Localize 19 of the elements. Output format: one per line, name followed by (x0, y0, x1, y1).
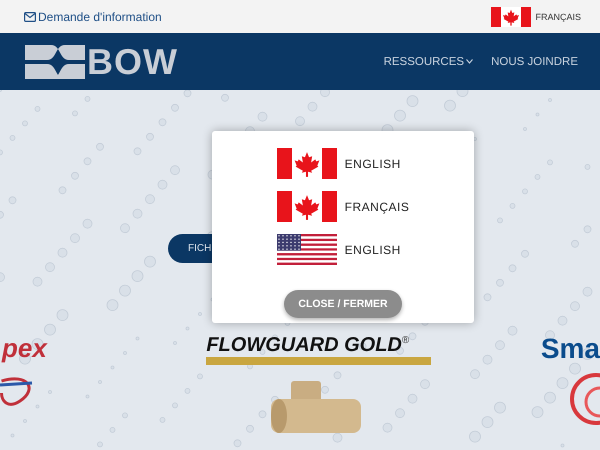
nav-link[interactable]: RESSOURCES (384, 56, 474, 68)
brand-logo-text: Sma (540, 335, 600, 363)
pipe-coil-drawing (570, 373, 600, 425)
nav-link[interactable]: NOUS JOINDRE (491, 56, 578, 68)
canada-flag-icon (276, 191, 337, 222)
language-option[interactable]: FRANÇAIS (276, 191, 410, 222)
logo-text: BOW (87, 44, 178, 80)
canada-flag-icon (276, 148, 337, 179)
inquiry-link[interactable]: Demande d'information (24, 10, 162, 24)
brand-logo-text: FLOWGUARD GOLD (206, 335, 402, 355)
logo-emblem-icon (25, 44, 85, 78)
language-option[interactable]: ENGLISH (276, 148, 410, 179)
language-option[interactable]: ENGLISH (276, 234, 410, 265)
registered-mark: ® (402, 335, 410, 346)
canada-flag-icon (491, 6, 532, 26)
brand-logo-text: pex (2, 335, 47, 361)
envelope-icon (24, 12, 36, 22)
usa-flag-icon (276, 234, 337, 265)
language-link[interactable]: FRANÇAIS (491, 6, 581, 26)
